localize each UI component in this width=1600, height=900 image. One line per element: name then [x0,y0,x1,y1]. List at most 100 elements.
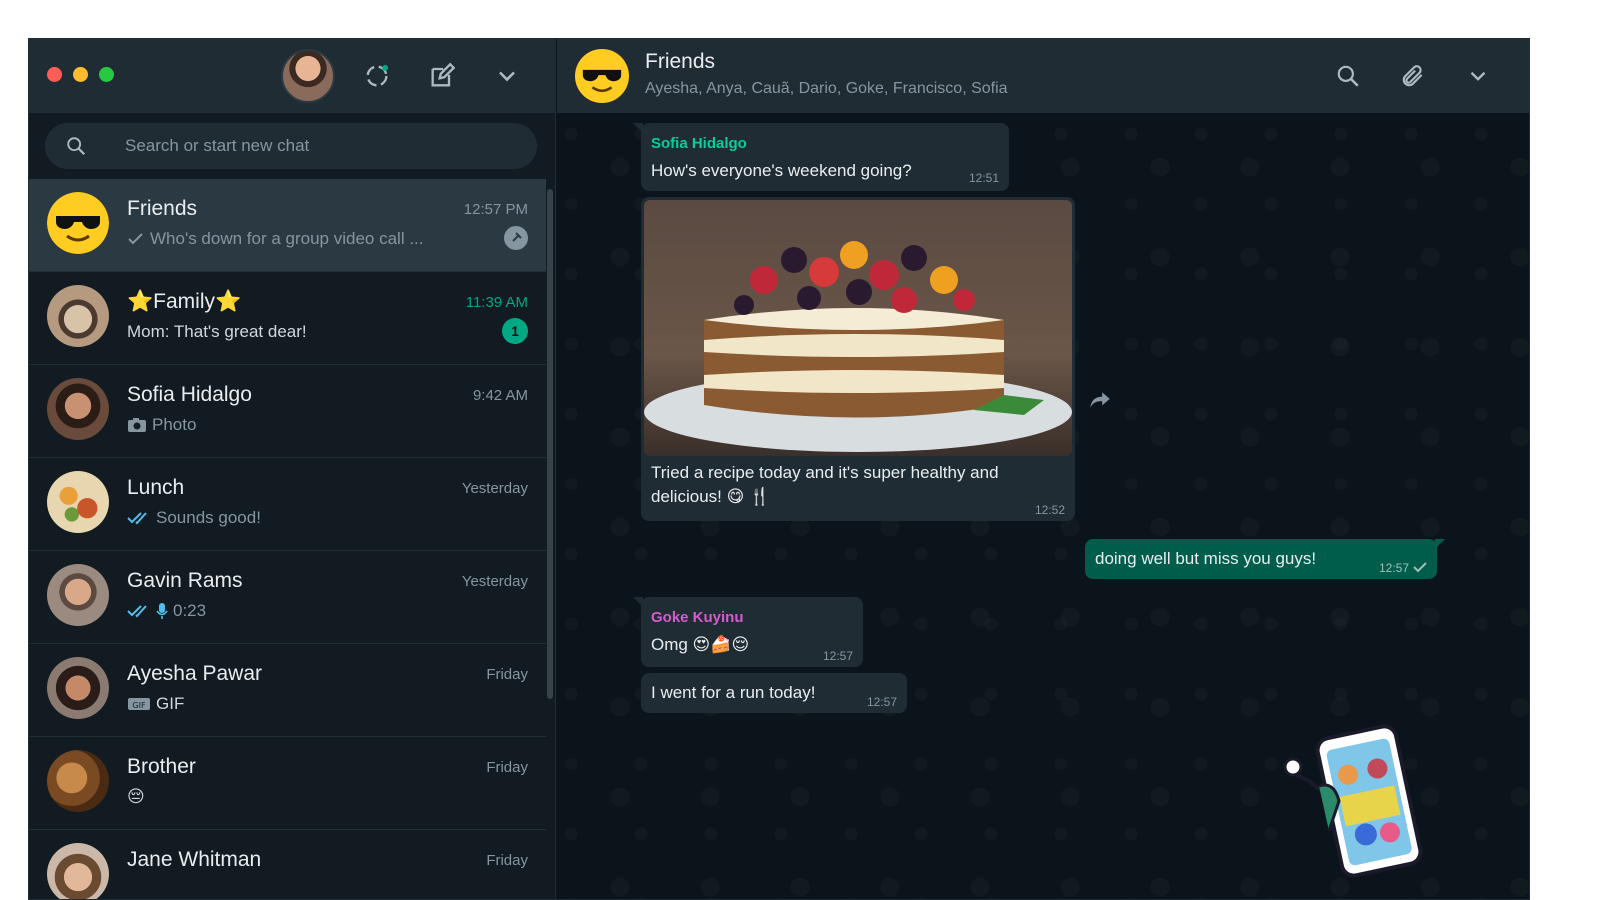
message-time: 12:51 [968,171,999,185]
avatar [47,750,109,812]
chat-name: ⭐Family⭐ [127,290,242,313]
group-avatar[interactable] [575,49,629,103]
search-icon [67,137,86,156]
chat-preview-text: Sounds good! [156,508,261,527]
chat-preview-text: Who's down for a group video call ... [150,229,424,248]
avatar [47,657,109,719]
menu-chevron-icon[interactable] [1461,59,1495,93]
sidebar: Friends 12:57 PM Who's down for a group … [29,39,556,899]
chat-name: Gavin Rams [127,569,243,592]
chat-time: Friday [486,759,528,776]
group-members: Ayesha, Anya, Cauã, Dario, Goke, Francis… [645,80,1008,97]
message-time: 12:57 [866,695,897,709]
chat-time: Yesterday [461,573,528,590]
chat-item-lunch[interactable]: Lunch Yesterday Sounds good! [29,458,546,551]
message-time: 12:57 [822,649,853,663]
message-bubble-incoming[interactable]: I went for a run today! 12:57 [641,673,907,713]
chat-preview: Who's down for a group video call ... [127,229,424,249]
search-icon[interactable] [1331,59,1365,93]
message-bubble-incoming[interactable]: Goke Kuyinu Omg 😍🍰😌 12:57 [633,597,863,667]
avatar [47,378,109,440]
read-double-check-icon [127,605,147,618]
bubble-tail [633,597,643,607]
mic-icon [156,603,168,619]
sent-check-icon [128,233,143,245]
chat-time: 12:57 PM [463,201,528,218]
chat-item-friends[interactable]: Friends 12:57 PM Who's down for a group … [29,179,546,272]
message-time: 12:57 [1378,561,1409,575]
message-text: doing well but miss you guys! [1095,549,1317,568]
minimize-window-button[interactable] [73,67,88,82]
close-window-button[interactable] [47,67,62,82]
chat-time: 11:39 AM [465,294,528,311]
search-input[interactable] [125,123,515,169]
forward-icon[interactable] [1087,387,1113,413]
chat-preview-text: 😔 [127,787,145,806]
unread-badge: 1 [502,318,528,344]
avatar [47,471,109,533]
camera-icon [128,418,146,432]
chat-name: Ayesha Pawar [127,662,263,685]
chat-time: Friday [486,666,528,683]
chat-item-family[interactable]: ⭐Family⭐ 11:39 AM Mom: That's great dear… [29,272,546,365]
message-text: delicious! 😋 🍴 [651,487,771,506]
chat-preview: 😔 [127,787,145,807]
gif-icon: GIF [128,698,150,710]
chat-name: Sofia Hidalgo [127,383,252,406]
chat-name: Friends [127,197,198,220]
chat-preview-text: GIF [156,694,185,713]
avatar [47,285,109,347]
message-bubble-outgoing[interactable]: doing well but miss you guys! 12:57 [1085,539,1445,579]
read-double-check-icon [127,512,147,525]
bubble-tail [633,123,643,133]
chat-name: Brother [127,755,196,778]
new-chat-icon[interactable] [425,59,459,93]
attach-icon[interactable] [1396,59,1430,93]
chat-preview: GIF GIF [127,694,184,714]
chat-item-jane-whitman[interactable]: Jane Whitman Friday [29,830,546,899]
message-sender: Sofia Hidalgo [651,135,747,152]
chat-preview-text: Photo [152,415,197,434]
chat-preview-text: Mom: That's great dear! [127,322,307,341]
message-text: How's everyone's weekend going? [651,161,912,180]
photo-message[interactable]: Tried a recipe today and it's super heal… [641,197,1075,521]
chat-name: Jane Whitman [127,848,262,871]
avatar [47,843,109,899]
conversation-header[interactable]: Friends Ayesha, Anya, Cauã, Dario, Goke,… [557,39,1529,113]
svg-text:GIF: GIF [132,701,146,710]
sidebar-header [29,39,555,113]
chat-name: Lunch [127,476,185,499]
chat-item-ayesha-pawar[interactable]: Ayesha Pawar Friday GIF GIF [29,644,546,737]
app-window: Friends 12:57 PM Who's down for a group … [28,38,1530,900]
pin-icon [504,226,528,250]
chat-item-sofia-hidalgo[interactable]: Sofia Hidalgo 9:42 AM Photo [29,365,546,458]
chat-preview: Mom: That's great dear! [127,322,307,342]
chat-preview: 0:23 [127,601,206,621]
message-text: Tried a recipe today and it's super heal… [651,463,999,482]
chat-list: Friends 12:57 PM Who's down for a group … [29,179,546,899]
chat-time: Friday [486,852,528,869]
chat-time: Yesterday [461,480,528,497]
chat-time: 9:42 AM [472,387,528,404]
menu-chevron-icon[interactable] [490,59,524,93]
message-text: I went for a run today! [651,683,816,702]
chat-item-brother[interactable]: Brother Friday 😔 [29,737,546,830]
cake-photo[interactable] [644,200,1072,456]
conversation-title: Friends [645,50,716,73]
video-call-sticker[interactable] [1279,721,1429,881]
avatar [47,564,109,626]
message-sender: Goke Kuyinu [651,609,744,626]
search-bar [45,123,537,169]
chat-preview: Photo [127,415,196,435]
status-icon[interactable] [360,59,394,93]
profile-avatar[interactable] [281,49,335,103]
conversation-panel: Friends Ayesha, Anya, Cauã, Dario, Goke,… [557,39,1529,899]
chat-item-gavin-rams[interactable]: Gavin Rams Yesterday 0:23 [29,551,546,644]
bubble-tail [1435,539,1445,549]
sent-check-icon [1413,562,1427,573]
message-time: 12:52 [1034,503,1065,517]
zoom-window-button[interactable] [99,67,114,82]
chat-preview-text: 0:23 [173,601,207,620]
chat-list-scrollbar[interactable] [547,189,553,699]
message-bubble-incoming[interactable]: Sofia Hidalgo How's everyone's weekend g… [633,123,1009,191]
